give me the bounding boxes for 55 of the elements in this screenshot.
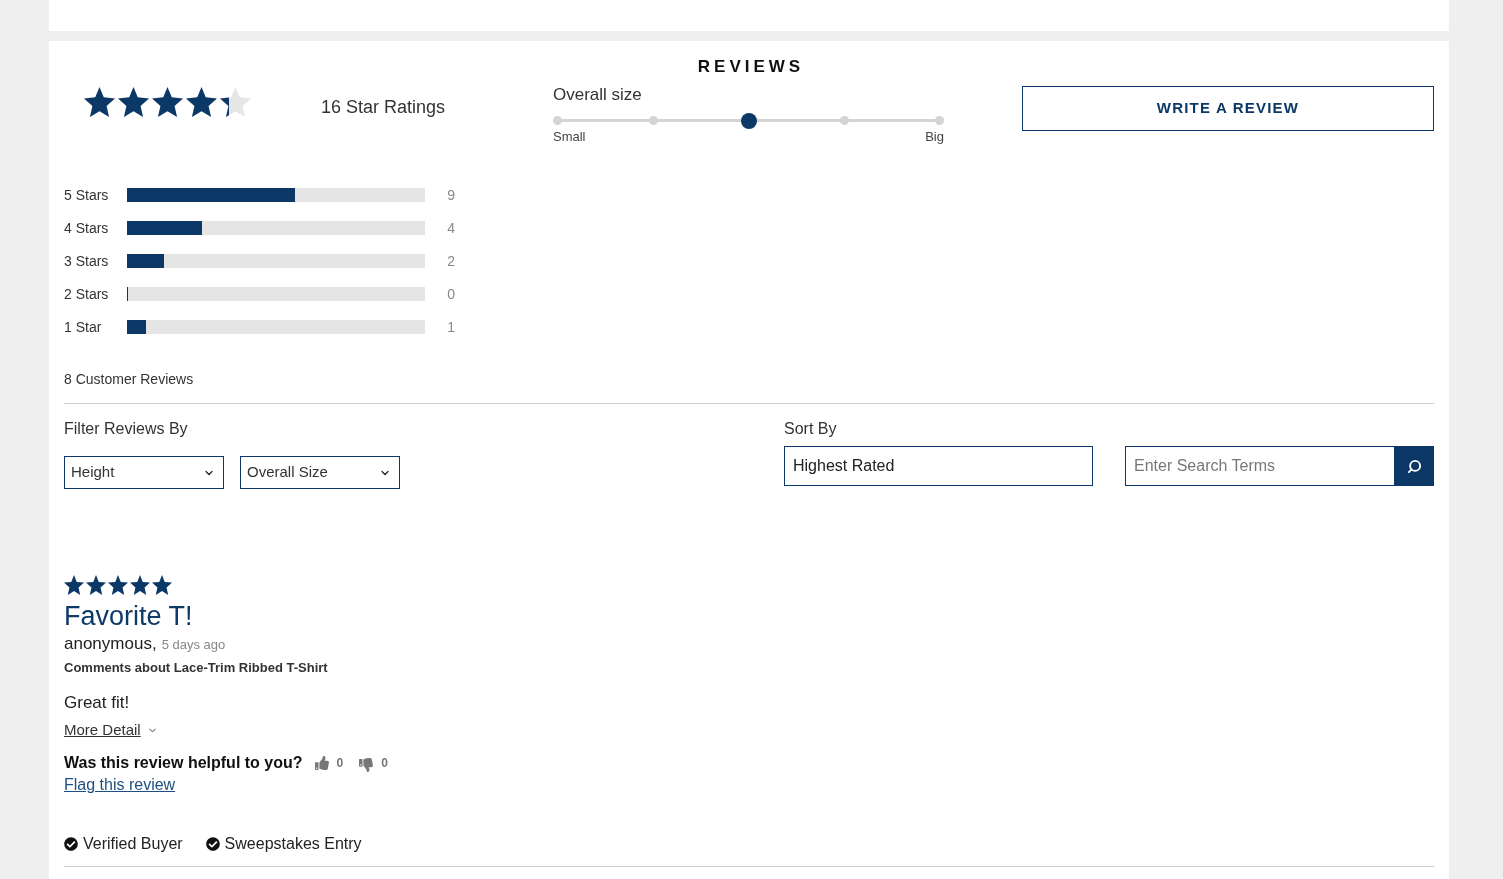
helpful-question: Was this review helpful to you? <box>64 753 303 773</box>
scale-label: Overall size <box>553 85 642 105</box>
review-date: 5 days ago <box>161 636 226 654</box>
star-icon <box>220 87 251 117</box>
rating-count: 9 <box>446 185 455 204</box>
star-icon <box>64 575 84 595</box>
review-title: Favorite T! <box>64 601 193 631</box>
star-icon <box>152 87 183 117</box>
star-icon <box>130 575 150 595</box>
sort-dropdown[interactable]: Highest Rated <box>784 446 1093 486</box>
star-icon <box>108 575 128 595</box>
rating-count: 0 <box>446 284 455 303</box>
thumbs-down-icon <box>359 757 374 772</box>
thumbs-up-icon <box>314 756 329 770</box>
badge-label: Verified Buyer <box>83 834 183 854</box>
star-icon <box>84 87 115 117</box>
vote-up-button[interactable]: 0 <box>314 753 344 773</box>
rating-label: 4 Stars <box>64 218 110 237</box>
star-icon <box>152 575 172 595</box>
customer-reviews-count: 8 Customer Reviews <box>64 370 194 389</box>
search-field[interactable]: Enter Search Terms <box>1125 446 1394 486</box>
scale-stop-icon <box>553 116 562 125</box>
ratings-count: 16 Star Ratings <box>321 96 446 119</box>
more-detail-link[interactable]: More Detail <box>64 721 158 739</box>
rating-label: 1 Star <box>64 317 103 336</box>
scale-stop-icon <box>935 116 944 125</box>
review-body: Great fit! <box>64 693 130 713</box>
rating-count: 1 <box>446 317 455 336</box>
rating-label: 2 Stars <box>64 284 110 303</box>
star-icon <box>186 87 217 117</box>
filter-dropdown[interactable]: Overall Size <box>240 456 400 489</box>
scale-stop-icon <box>648 116 658 125</box>
sort-label: Sort By <box>784 419 837 439</box>
flag-review-link[interactable]: Flag this review <box>64 775 176 795</box>
review-author: anonymous, <box>64 634 157 654</box>
badge-label: Sweepstakes Entry <box>224 834 362 854</box>
rating-count: 4 <box>446 218 455 237</box>
rating-label: 5 Stars <box>64 185 110 204</box>
filter-dropdown[interactable]: Height <box>64 456 224 489</box>
filter-label: Filter Reviews By <box>64 419 188 439</box>
scale-stop-icon <box>839 116 849 125</box>
rating-label: 3 Stars <box>64 251 110 270</box>
star-icon <box>86 575 106 595</box>
scale-min-label: Small <box>553 129 586 145</box>
star-icon <box>118 87 149 117</box>
rating-count: 2 <box>446 251 455 270</box>
write-review-button[interactable]: WRITE A REVIEW <box>1022 86 1434 131</box>
slider-thumb[interactable] <box>740 113 757 129</box>
scale-max-label: Big <box>925 129 944 145</box>
review-product: Comments about Lace-Trim Ribbed T-Shirt <box>64 659 328 677</box>
size-slider-track[interactable] <box>553 113 944 129</box>
vote-down-button[interactable]: 0 <box>359 753 388 773</box>
search-button[interactable] <box>1394 446 1434 486</box>
section-heading: REVIEWS <box>696 57 805 77</box>
search-icon <box>1406 458 1422 474</box>
